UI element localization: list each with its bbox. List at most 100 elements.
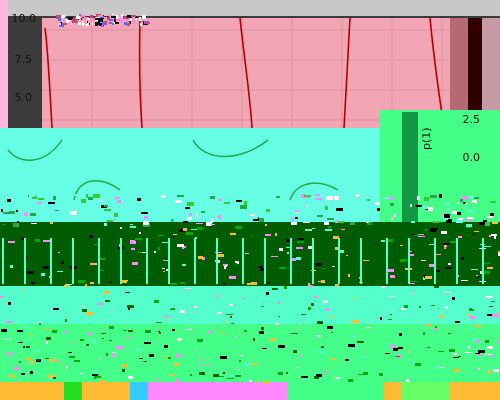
noise-pixel [226,314,233,315]
noise-pixel [99,380,106,383]
noise-pixel [439,194,442,198]
noise-pixel [394,214,396,217]
noise-pixel [380,317,382,320]
noise-pixel [438,351,444,352]
noise-pixel [227,378,234,379]
noise-pixel [56,361,59,362]
noise-pixel [249,379,252,382]
noise-pixel [485,340,489,343]
noise-pixel [303,222,310,223]
noise-pixel [301,314,306,315]
noise-pixel [332,266,335,267]
noise-pixel [65,284,72,285]
bottom-strip-seg-6 [288,382,384,400]
noise-pixel [109,326,114,329]
noise-pixel [348,344,355,347]
noise-pixel [79,14,81,16]
bottom-vertical-stripe [168,238,170,284]
noise-pixel [451,211,457,214]
noise-pixel [177,244,184,247]
noise-pixel [49,378,52,380]
noise-pixel [213,374,219,377]
noise-pixel [143,221,149,225]
noise-pixel [224,347,230,348]
noise-pixel [296,300,301,303]
noise-pixel [344,233,350,235]
noise-pixel [68,352,72,353]
noise-pixel [144,216,148,219]
noise-pixel [295,210,299,212]
noise-pixel [324,222,329,225]
noise-pixel [334,196,339,200]
noise-pixel [219,376,224,377]
noise-pixel [21,373,25,375]
noise-pixel [7,199,11,202]
noise-pixel [317,215,323,217]
noise-pixel [136,348,141,351]
noise-pixel [466,219,472,221]
noise-pixel [23,326,30,328]
noise-pixel [43,266,49,269]
noise-pixel [168,357,171,359]
noise-pixel [164,345,168,348]
noise-pixel [284,286,287,289]
noise-pixel [443,243,450,245]
noise-pixel [154,300,159,303]
noise-pixel [453,353,457,355]
noise-pixel [30,213,36,216]
noise-pixel [325,229,332,231]
noise-pixel [395,356,400,357]
noise-pixel [85,284,87,286]
noise-pixel [311,303,314,306]
bottom-vertical-stripe [242,238,244,284]
noise-pixel [46,337,51,340]
noise-pixel [235,375,241,377]
noise-pixel [321,346,324,348]
noise-pixel [263,198,266,202]
noise-pixel [218,238,221,240]
bottom-vertical-stripe [72,238,74,284]
noise-pixel [121,17,123,21]
noise-pixel [388,319,392,320]
noise-pixel [162,268,165,269]
noise-pixel [132,262,138,265]
noise-pixel [367,199,370,201]
noise-pixel [398,347,403,349]
noise-pixel [142,15,146,19]
noise-pixel [66,366,68,369]
noise-pixel [90,263,97,265]
noise-pixel [300,354,302,357]
noise-pixel [269,305,271,307]
noise-pixel [308,307,311,310]
noise-pixel [263,381,270,384]
noise-pixel [266,292,269,295]
noise-pixel [197,339,203,342]
noise-pixel [430,229,437,232]
noise-pixel [489,306,493,307]
noise-pixel [490,355,494,357]
noise-pixel [455,321,460,323]
noise-pixel [399,333,402,336]
noise-pixel [104,223,107,226]
noise-pixel [275,323,279,325]
noise-pixel [410,204,412,207]
noise-pixel [96,376,101,378]
noise-pixel [472,234,475,235]
noise-pixel [331,332,333,333]
noise-pixel [46,341,48,344]
noise-pixel [390,314,392,315]
noise-pixel [321,280,325,283]
noise-pixel [8,241,15,243]
noise-pixel [185,207,190,209]
noise-pixel [78,280,85,283]
noise-pixel [465,203,467,207]
noise-pixel [104,291,109,294]
noise-pixel [90,15,93,18]
noise-pixel [120,227,122,229]
noise-pixel [27,271,34,274]
noise-pixel [400,259,407,262]
noise-pixel [147,211,154,213]
noise-pixel [286,372,288,374]
noise-pixel [138,241,144,242]
noise-pixel [296,247,303,249]
